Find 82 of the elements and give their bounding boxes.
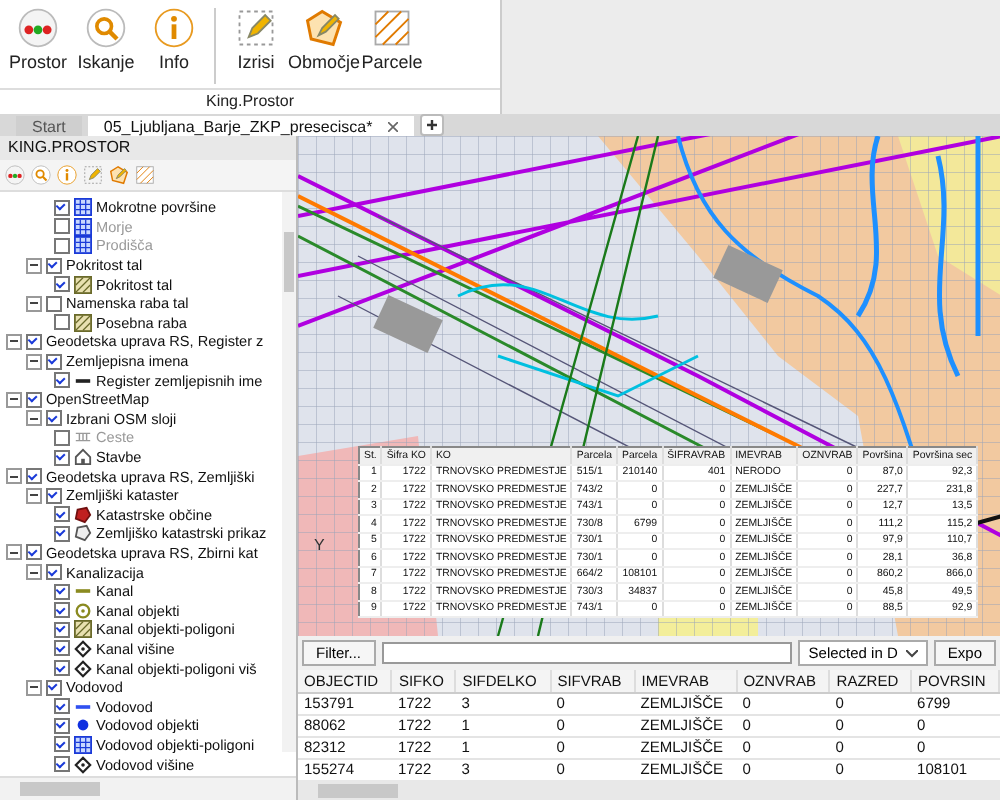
axis-label: Y: [314, 536, 325, 554]
ribbon-button[interactable]: Parcele: [358, 4, 426, 74]
layer-checkbox[interactable]: [46, 410, 62, 427]
diamond-icon: [74, 659, 92, 678]
grid-swatch-icon: [74, 217, 92, 236]
road-icon: [74, 428, 92, 447]
tool-button[interactable]: [30, 164, 52, 186]
house-icon: [74, 448, 92, 467]
filter-field[interactable]: [381, 642, 793, 664]
caret-icon: [905, 649, 918, 657]
collapse-toggle[interactable]: [26, 353, 42, 370]
shape-icon: [74, 505, 92, 524]
document-tab[interactable]: 05_Ljubljana_Barje_ZKP_presecisca*: [87, 116, 415, 136]
layer-checkbox[interactable]: [54, 717, 70, 734]
grid-swatch-icon: [74, 198, 92, 217]
tool-button[interactable]: [56, 164, 78, 186]
layer-checkbox[interactable]: [46, 257, 62, 274]
grid-swatch-icon: [74, 735, 92, 754]
layer-checkbox[interactable]: [54, 372, 70, 389]
scrollbar-thumb[interactable]: [20, 782, 100, 796]
layer-checkbox[interactable]: [54, 660, 70, 677]
tool-button[interactable]: [82, 164, 104, 186]
hatch-swatch-icon: [74, 313, 92, 332]
shape-outline-icon: [74, 524, 92, 543]
layer-checkbox[interactable]: [54, 640, 70, 657]
scrollbar-thumb[interactable]: [318, 784, 398, 798]
layer-checkbox[interactable]: [46, 487, 62, 504]
ribbon-button[interactable]: Območje: [290, 4, 358, 74]
layer-checkbox[interactable]: [46, 353, 62, 370]
grid-swatch-icon: [74, 236, 92, 255]
layer-checkbox[interactable]: [26, 544, 42, 561]
polygon-pencil-icon: [108, 164, 130, 186]
close-icon[interactable]: [388, 121, 399, 131]
collapse-toggle[interactable]: [26, 410, 42, 427]
polygon-pencil-icon: [302, 6, 346, 50]
collapse-toggle[interactable]: [26, 487, 42, 504]
layer-checkbox[interactable]: [46, 564, 62, 581]
layer-checkbox[interactable]: [54, 525, 70, 542]
collapse-toggle[interactable]: [26, 257, 42, 274]
info-icon: [152, 6, 196, 50]
pencil-icon: [234, 6, 278, 50]
layer-checkbox[interactable]: [54, 736, 70, 753]
layer-checkbox[interactable]: [54, 276, 70, 293]
ribbon-button[interactable]: Info: [140, 4, 208, 74]
ribbon-button[interactable]: Prostor: [4, 4, 72, 74]
hatch-swatch-icon: [74, 275, 92, 294]
document-tab[interactable]: Start: [16, 116, 82, 136]
pencil-icon: [82, 164, 104, 186]
diamond-icon: [74, 755, 92, 774]
layer-checkbox[interactable]: [46, 679, 62, 696]
diamond-icon: [74, 639, 92, 658]
layer-checkbox[interactable]: [54, 756, 70, 773]
collapse-toggle[interactable]: [26, 295, 42, 312]
layer-checkbox[interactable]: [54, 506, 70, 523]
add-tab-icon[interactable]: [420, 114, 445, 136]
layer-checkbox[interactable]: [54, 449, 70, 466]
layer-checkbox[interactable]: [26, 468, 42, 485]
ring-icon: [74, 601, 92, 620]
collapse-toggle[interactable]: [6, 333, 22, 350]
hatch-swatch-icon: [74, 620, 92, 639]
layer-checkbox[interactable]: [54, 314, 70, 331]
ribbon-button[interactable]: Izrisi: [222, 4, 290, 74]
layer-checkbox[interactable]: [54, 602, 70, 619]
collapse-toggle[interactable]: [6, 391, 22, 408]
layer-checkbox[interactable]: [54, 583, 70, 600]
collapse-toggle[interactable]: [26, 679, 42, 696]
search-icon: [84, 6, 128, 50]
parcels-icon: [370, 6, 414, 50]
collapse-toggle[interactable]: [6, 544, 22, 561]
layer-checkbox[interactable]: [54, 621, 70, 638]
layer-checkbox[interactable]: [46, 295, 62, 312]
tool-button[interactable]: [108, 164, 130, 186]
panel-title: KING.PROSTOR: [0, 136, 296, 160]
collapse-toggle[interactable]: [26, 564, 42, 581]
scrollbar-thumb[interactable]: [284, 232, 294, 292]
layer-checkbox[interactable]: [26, 333, 42, 350]
layer-checkbox[interactable]: [26, 391, 42, 408]
layer-checkbox[interactable]: [54, 698, 70, 715]
layer-checkbox[interactable]: [54, 199, 70, 216]
collapse-toggle[interactable]: [6, 468, 22, 485]
ribbon-button[interactable]: Iskanje: [72, 4, 140, 74]
dot-icon: [74, 716, 92, 735]
